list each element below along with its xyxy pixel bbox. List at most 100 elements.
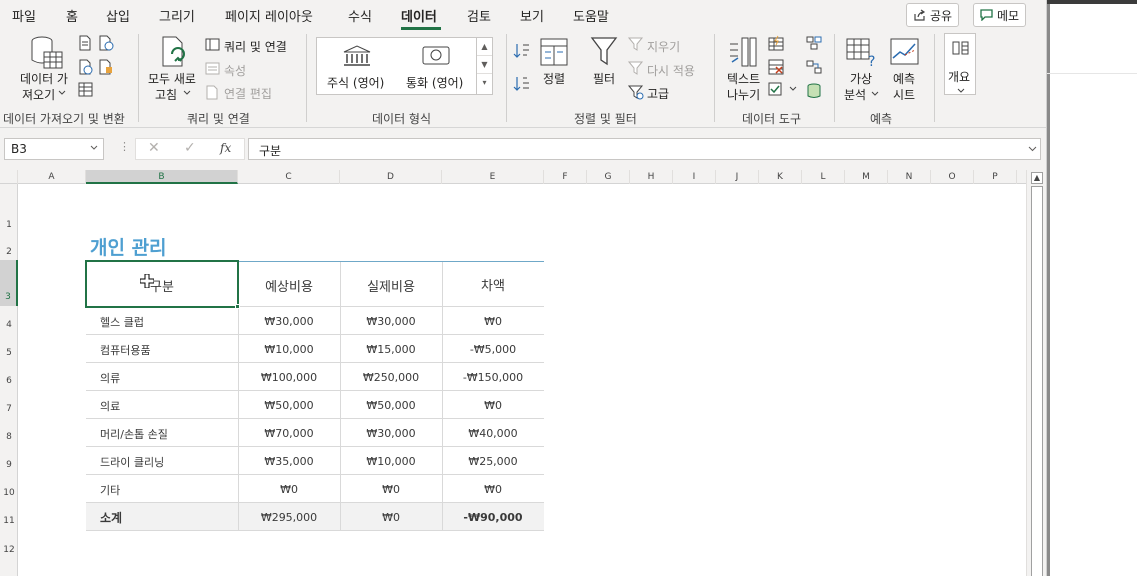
column-header[interactable]: G: [587, 170, 630, 184]
total-cell[interactable]: ₩295,000: [238, 511, 340, 524]
tab-draw[interactable]: 그리기: [159, 6, 195, 25]
existing-connections-icon[interactable]: [98, 59, 114, 75]
sheet-title[interactable]: 개인 관리: [90, 233, 167, 260]
insert-function-icon[interactable]: fx: [220, 141, 231, 155]
relationships-icon[interactable]: [806, 60, 822, 74]
table-cell[interactable]: 의료: [100, 398, 120, 414]
name-box[interactable]: B3: [4, 138, 104, 160]
currency-button[interactable]: 통화 (영어): [406, 74, 463, 91]
memo-button[interactable]: 메모: [973, 3, 1027, 27]
text-to-columns-button[interactable]: 텍스트: [727, 70, 760, 87]
vertical-scrollbar[interactable]: ▲: [1026, 170, 1046, 576]
header-cell-actual[interactable]: 실제비용: [340, 276, 442, 295]
column-header[interactable]: I: [673, 170, 716, 184]
table-cell[interactable]: ₩10,000: [340, 455, 442, 468]
table-cell[interactable]: ₩35,000: [238, 455, 340, 468]
properties-button[interactable]: 속성: [224, 62, 246, 79]
gallery-scroll[interactable]: ▲ ▼ ▾: [476, 38, 492, 94]
row-header[interactable]: 5: [0, 348, 18, 362]
table-cell[interactable]: ₩0: [442, 315, 544, 328]
expand-formula-icon[interactable]: [1028, 146, 1037, 152]
share-button[interactable]: 공유: [906, 3, 960, 27]
edit-links-button[interactable]: 연결 편집: [224, 85, 272, 102]
column-header[interactable]: F: [544, 170, 587, 184]
row-header[interactable]: 1: [0, 220, 18, 234]
table-cell[interactable]: ₩250,000: [340, 371, 442, 384]
table-cell[interactable]: -₩150,000: [442, 371, 544, 384]
table-cell[interactable]: -₩5,000: [442, 343, 544, 356]
table-cell[interactable]: ₩30,000: [238, 315, 340, 328]
tab-page-layout[interactable]: 페이지 레이아웃: [225, 6, 313, 25]
column-header[interactable]: N: [888, 170, 931, 184]
table-cell[interactable]: ₩15,000: [340, 343, 442, 356]
clear-button[interactable]: 지우기: [647, 38, 680, 55]
data-model-icon[interactable]: [806, 83, 822, 99]
column-header[interactable]: L: [802, 170, 845, 184]
cancel-icon[interactable]: ✕: [148, 140, 160, 156]
table-cell[interactable]: 기타: [100, 482, 120, 498]
recent-sources-icon[interactable]: [98, 35, 114, 51]
what-if-analysis-button[interactable]: 가상: [850, 70, 872, 87]
formula-input[interactable]: 구분: [248, 138, 1041, 160]
row-header[interactable]: 7: [0, 404, 18, 418]
header-cell-difference[interactable]: 차액: [442, 275, 544, 294]
table-cell[interactable]: ₩10,000: [238, 343, 340, 356]
stocks-button[interactable]: 주식 (영어): [327, 74, 384, 91]
from-text-icon[interactable]: [78, 35, 92, 51]
reapply-button[interactable]: 다시 적용: [647, 62, 695, 79]
table-cell[interactable]: ₩100,000: [238, 371, 340, 384]
tab-data[interactable]: 데이터: [401, 6, 437, 25]
scroll-up-icon[interactable]: ▲: [1031, 172, 1043, 184]
table-cell[interactable]: 의류: [100, 370, 120, 386]
tab-insert[interactable]: 삽입: [106, 6, 130, 25]
from-web-icon[interactable]: [78, 59, 94, 75]
column-header[interactable]: E: [442, 170, 544, 184]
column-header[interactable]: K: [759, 170, 802, 184]
row-header[interactable]: 11: [0, 516, 18, 530]
tab-formulas[interactable]: 수식: [348, 6, 372, 25]
tab-file[interactable]: 파일: [12, 6, 36, 25]
table-cell[interactable]: ₩50,000: [340, 399, 442, 412]
column-header[interactable]: D: [340, 170, 442, 184]
total-cell[interactable]: ₩0: [340, 511, 442, 524]
header-cell-estimated[interactable]: 예상비용: [238, 276, 340, 295]
row-header[interactable]: 12: [0, 545, 18, 559]
flash-fill-icon[interactable]: [768, 35, 784, 51]
column-header[interactable]: A: [18, 170, 86, 184]
table-cell[interactable]: ₩30,000: [340, 315, 442, 328]
column-header[interactable]: C: [238, 170, 340, 184]
remove-duplicates-icon[interactable]: [768, 59, 784, 75]
row-header[interactable]: 8: [0, 432, 18, 446]
table-cell[interactable]: ₩30,000: [340, 427, 442, 440]
forecast-sheet-button[interactable]: 예측: [893, 70, 915, 87]
chevron-down-icon[interactable]: [90, 145, 98, 151]
column-header[interactable]: P: [974, 170, 1017, 184]
tab-home[interactable]: 홈: [66, 6, 78, 25]
consolidate-icon[interactable]: [806, 36, 822, 50]
get-data-button[interactable]: 데이터 가: [20, 70, 68, 87]
from-table-icon[interactable]: [78, 82, 94, 98]
row-header[interactable]: 6: [0, 376, 18, 390]
tab-help[interactable]: 도움말: [573, 6, 609, 25]
sort-descending-icon[interactable]: [513, 75, 531, 93]
table-cell[interactable]: ₩40,000: [442, 427, 544, 440]
data-validation-icon[interactable]: [768, 82, 784, 98]
table-cell[interactable]: 드라이 클리닝: [100, 454, 164, 470]
column-header[interactable]: M: [845, 170, 888, 184]
row-header[interactable]: 9: [0, 460, 18, 474]
table-cell[interactable]: ₩70,000: [238, 427, 340, 440]
table-cell[interactable]: ₩50,000: [238, 399, 340, 412]
filter-button[interactable]: 필터: [593, 70, 615, 87]
row-header[interactable]: 3: [0, 260, 18, 306]
fill-handle[interactable]: [235, 304, 240, 309]
scrollbar-thumb[interactable]: [1031, 186, 1043, 576]
row-header[interactable]: 10: [0, 488, 18, 502]
column-header[interactable]: O: [931, 170, 974, 184]
enter-check-icon[interactable]: ✓: [184, 140, 196, 156]
tab-view[interactable]: 보기: [520, 6, 544, 25]
select-all-corner[interactable]: [0, 170, 18, 184]
table-cell[interactable]: 머리/손톱 손질: [100, 426, 168, 442]
table-cell[interactable]: 헬스 클럽: [100, 314, 144, 330]
row-header[interactable]: 2: [0, 247, 18, 261]
table-cell[interactable]: ₩0: [238, 483, 340, 496]
